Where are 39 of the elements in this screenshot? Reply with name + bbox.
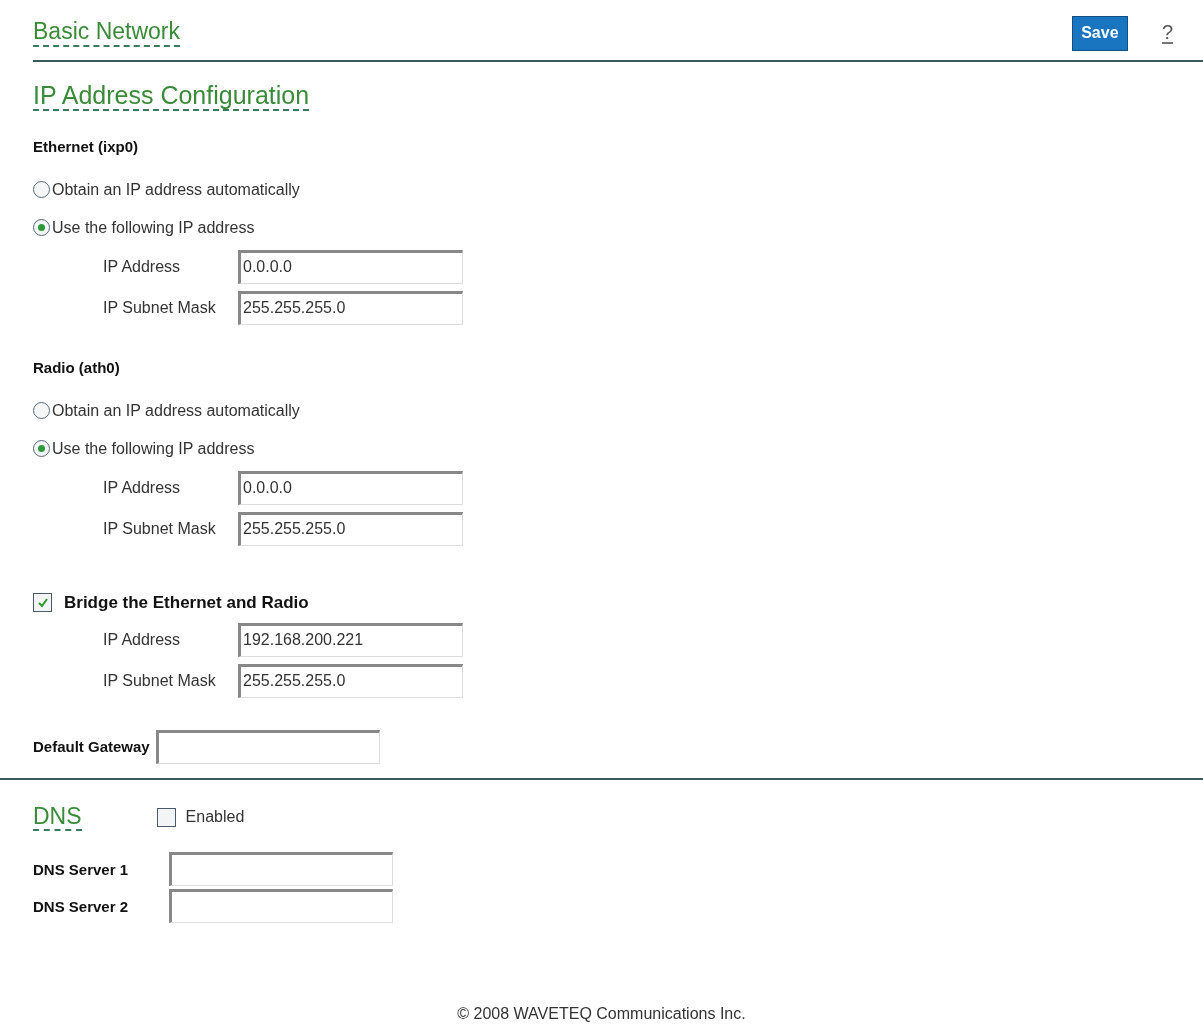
input-field[interactable]: 255.255.255.0 — [238, 664, 463, 698]
input-field[interactable]: 192.168.200.221 — [238, 623, 463, 657]
checkbox-label: Bridge the Ethernet and Radio — [64, 592, 309, 613]
field-label: IP Address — [103, 479, 182, 497]
radio-button[interactable] — [33, 219, 50, 236]
input-field[interactable] — [169, 889, 393, 924]
input-field[interactable]: 0.0.0.0 — [238, 250, 463, 284]
field-label: DNS Server 1 — [33, 860, 130, 878]
field-label: IP Subnet Mask — [103, 520, 217, 538]
section-title: IP Address Configuration — [33, 81, 310, 111]
copyright-text: © 2008 WAVETEQ Communications Inc. — [457, 1004, 746, 1022]
input-field[interactable]: 255.255.255.0 — [238, 512, 463, 546]
save-button[interactable]: Save — [1071, 15, 1128, 51]
page-title: Basic Network — [33, 19, 180, 47]
field-label: IP Address — [103, 258, 182, 276]
field-label: IP Address — [103, 631, 182, 649]
field-label: Default Gateway — [33, 738, 150, 755]
radio-button[interactable] — [33, 440, 50, 457]
field-label: IP Subnet Mask — [103, 672, 217, 690]
field-label: DNS Server 2 — [33, 897, 130, 915]
checkbox[interactable] — [33, 593, 52, 612]
section-title: DNS — [33, 803, 82, 831]
radio-label: Use the following IP address — [52, 218, 255, 237]
checkbox-label: Enabled — [185, 808, 245, 827]
radio-label: Obtain an IP address automatically — [52, 180, 300, 199]
input-field[interactable] — [155, 729, 380, 764]
radio-button[interactable] — [33, 181, 50, 198]
help-link[interactable]: ? — [1161, 22, 1173, 44]
check-icon — [36, 596, 49, 609]
field-label: IP Subnet Mask — [103, 299, 217, 317]
radio-label: Obtain an IP address automatically — [52, 401, 300, 420]
radio-button[interactable] — [33, 402, 50, 419]
radio-label: Use the following IP address — [52, 439, 255, 458]
checkbox[interactable] — [156, 807, 176, 827]
input-field[interactable]: 255.255.255.0 — [238, 291, 463, 325]
interface-title: Radio (ath0) — [33, 358, 121, 376]
input-field[interactable]: 0.0.0.0 — [238, 471, 463, 505]
input-field[interactable] — [169, 852, 393, 887]
interface-title: Ethernet (ixp0) — [33, 137, 139, 155]
